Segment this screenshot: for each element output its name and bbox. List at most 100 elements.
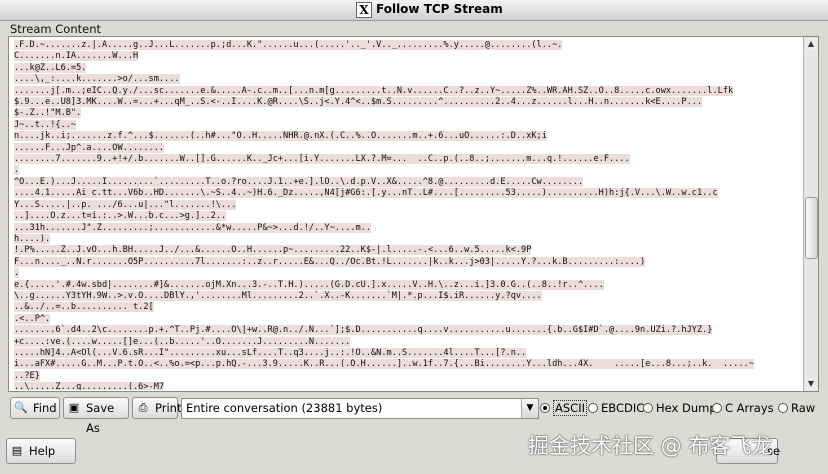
stream-line: !.P%.....Z..J.vO...h.BH.....J../...&....… xyxy=(14,245,802,256)
stream-line-text: ...31h.......J".Z.........;............&… xyxy=(14,222,371,233)
radio-ascii-dot[interactable] xyxy=(540,403,550,413)
stream-line: ....\,_:....k.......>o/...sm.... xyxy=(14,74,802,85)
radio-ebcdic-dot[interactable] xyxy=(588,403,598,413)
stream-line: .F.D.~.......z.|.A.....g..J...L.......p.… xyxy=(14,40,802,51)
stream-line: $.9...e..U8]3.MK....W..=...+...qM_..S.<-… xyxy=(14,97,802,108)
radio-hexdump-dot[interactable] xyxy=(643,403,653,413)
find-button[interactable]: 🔍 Find xyxy=(10,397,60,419)
stream-line-text: ........6`.d4..2\c........p.+.^T..Pj.#..… xyxy=(14,325,713,336)
radio-ascii[interactable]: ASCII xyxy=(540,400,587,416)
radio-ascii-label: ASCII xyxy=(553,400,587,416)
stream-line: i...aFX#.....G..M...P.t.O..<..%o.=<p...p… xyxy=(14,359,802,370)
stream-line: ...k@Z..L6.=5. xyxy=(14,62,802,74)
stream-line: +c....:ve.(....w.....[]e...(..b.....'..O… xyxy=(14,336,802,348)
stream-line-text: ..&../..=..b.......... t.2[ xyxy=(14,302,154,313)
radio-carrays-dot[interactable] xyxy=(712,403,722,413)
stream-line: ..&../..=..b.......... t.2[ xyxy=(14,302,802,313)
stream-line-text: F...n...._..N.r.......O5P..........7l...… xyxy=(14,256,646,267)
stream-line-text: ..\.....Z...q.........(.6>-M7 xyxy=(14,382,165,390)
stream-line-text: C.......n.IA.......W...H xyxy=(14,51,139,62)
stream-line-text: n....jk..i;.......z.f.^...$.......(..h#.… xyxy=(14,131,547,142)
radio-raw-label: Raw xyxy=(791,401,816,415)
stream-line-text: .......j[.m..;eIC..Q.y./...sc.......e.&.… xyxy=(14,85,734,96)
stream-line-text: h....). xyxy=(14,233,51,244)
stream-line: n....jk..i;.......z.f.^...$.......(..h#.… xyxy=(14,131,802,142)
x11-icon: X xyxy=(356,2,372,18)
stream-text-area[interactable]: .F.D.~.......z.|.A.....g..J...L.......p.… xyxy=(14,40,802,390)
scroll-down-icon[interactable]: ▼ xyxy=(805,378,817,390)
radio-ebcdic[interactable]: EBCDIC xyxy=(588,401,644,415)
stream-line: h....). xyxy=(14,233,802,245)
stream-line-text: +c....:ve.(....w.....[]e...(..b.....'..O… xyxy=(14,336,351,347)
stream-line: .....hN]4..A<Ol(...V.6.sR...I".........x… xyxy=(14,347,802,359)
toolbar: 🔍 Find ▣ Save As ⎙ Print Entire conversa… xyxy=(8,397,820,435)
find-label: Find xyxy=(33,401,57,415)
stream-line: ......F...Jp^.a....OW........ xyxy=(14,142,802,154)
stream-line-text: !.P%.....Z..J.vO...h.BH.....J../...&....… xyxy=(14,245,532,256)
stream-line: .......j[.m..;eIC..Q.y./...sc.......e.&.… xyxy=(14,85,802,97)
stream-line: ..\.....Z...q.........(.6>-M7 xyxy=(14,382,802,390)
stream-line-text: \..g......Y3tYH.9W..>.v.O....DBlY.,'....… xyxy=(14,290,542,301)
print-button[interactable]: ⎙ Print xyxy=(132,397,181,419)
help-icon: ▤ xyxy=(11,444,23,457)
radio-carrays-label: C Arrays xyxy=(725,401,774,415)
stream-line: ........6`.d4..2\c........p.+.^T..Pj.#..… xyxy=(14,325,802,336)
printer-icon: ⎙ xyxy=(138,401,148,414)
help-button[interactable]: ▤ Help xyxy=(6,438,76,464)
stream-line-text: e.{.....'.#.4w.sbd|........#]&.......ojM… xyxy=(14,279,604,290)
stream-content-label: Stream Content xyxy=(10,22,102,36)
scrollbar-thumb[interactable] xyxy=(805,197,818,259)
stream-line: Y...S.....|..p. .../6...u|..."l.......!\… xyxy=(14,199,802,211)
stream-line-text: ......F...Jp^.a....OW........ xyxy=(14,142,165,153)
stream-line: \..g......Y3tYH.9W..>.v.O....DBlY.,'....… xyxy=(14,290,802,302)
stream-line-text: J~..t..!{..~ xyxy=(14,119,77,130)
stream-line-text: $.9...e..U8]3.MK....W..=...+...qM_..S.<-… xyxy=(14,97,703,108)
stream-line-text: .....hN]4..A<Ol(...V.6.sR...I".........x… xyxy=(14,347,527,358)
stream-line: e.{.....'.#.4w.sbd|........#]&.......ojM… xyxy=(14,279,802,291)
title-bar: X Follow TCP Stream xyxy=(0,0,828,21)
radio-hexdump-label: Hex Dump xyxy=(656,401,717,415)
radio-carrays[interactable]: C Arrays xyxy=(712,401,774,415)
stream-line: . xyxy=(14,165,802,176)
stream-line: ....4.1.....Ai c.tt...V6b..HD.......\.~S… xyxy=(14,188,802,199)
help-label: Help xyxy=(29,444,56,458)
watermark: 掘金技术社区 @ 布客飞龙 xyxy=(528,434,773,458)
vertical-scrollbar[interactable]: ▲ ▼ xyxy=(803,37,818,391)
stream-line-text: ...k@Z..L6.=5. xyxy=(14,62,87,73)
stream-line-text: .F.D.~.......z.|.A.....g..J...L.......p.… xyxy=(14,40,563,50)
stream-line: C.......n.IA.......W...H xyxy=(14,51,802,62)
stream-line-text: $-.Z..!"M.B". xyxy=(14,108,82,119)
save-as-label: Save As xyxy=(86,401,115,435)
radio-raw[interactable]: Raw xyxy=(778,401,815,415)
save-as-button[interactable]: ▣ Save As xyxy=(63,397,129,435)
stream-line: .<..P^. xyxy=(14,313,802,325)
stream-line: $-.Z..!"M.B". xyxy=(14,108,802,119)
stream-line-text: . xyxy=(14,268,20,279)
window-title: Follow TCP Stream xyxy=(376,2,503,16)
stream-line-text: ..]....O.z...t=i.:..>.W...b.c...>g.]..2.… xyxy=(14,211,227,222)
stream-line-text: ..?E} xyxy=(14,370,40,381)
chevron-down-icon[interactable]: ▼ xyxy=(521,399,538,418)
scroll-up-icon[interactable]: ▲ xyxy=(805,38,817,50)
stream-line-text: . xyxy=(14,165,20,176)
stream-line-text: i...aFX#.....G..M...P.t.O..<..%o.=<p...p… xyxy=(14,359,754,370)
save-icon: ▣ xyxy=(68,401,80,414)
stream-line-text: Y...S.....|..p. .../6...u|..."l.......!\… xyxy=(14,199,237,210)
radio-hexdump[interactable]: Hex Dump xyxy=(643,401,717,415)
stream-content-frame: .F.D.~.......z.|.A.....g..J...L.......p.… xyxy=(8,36,819,392)
binoculars-icon: 🔍 xyxy=(14,401,28,414)
radio-raw-dot[interactable] xyxy=(778,403,788,413)
stream-line: F...n...._..N.r.......O5P..........7l...… xyxy=(14,256,802,268)
stream-line: . xyxy=(14,268,802,279)
conversation-select[interactable]: Entire conversation (23881 bytes) ▼ xyxy=(181,398,539,419)
stream-line: ..?E} xyxy=(14,370,802,382)
stream-line: ........7.......9..+!+/.b.......W..[].G.… xyxy=(14,154,802,165)
stream-line-text: ....4.1.....Ai c.tt...V6b..HD.......\.~S… xyxy=(14,188,718,199)
stream-line: ^O...E.)...J.....I.........`.........T..… xyxy=(14,176,802,188)
stream-line-text: .<..P^. xyxy=(14,313,51,324)
stream-line: ..]....O.z...t=i.:..>.W...b.c...>g.]..2.… xyxy=(14,211,802,222)
stream-line-text: ^O...E.)...J.....I.........`.........T..… xyxy=(14,176,584,187)
stream-line-text: ....\,_:....k.......>o/...sm.... xyxy=(14,74,180,85)
conversation-select-value: Entire conversation (23881 bytes) xyxy=(186,401,383,415)
stream-line: ...31h.......J".Z.........;............&… xyxy=(14,222,802,234)
